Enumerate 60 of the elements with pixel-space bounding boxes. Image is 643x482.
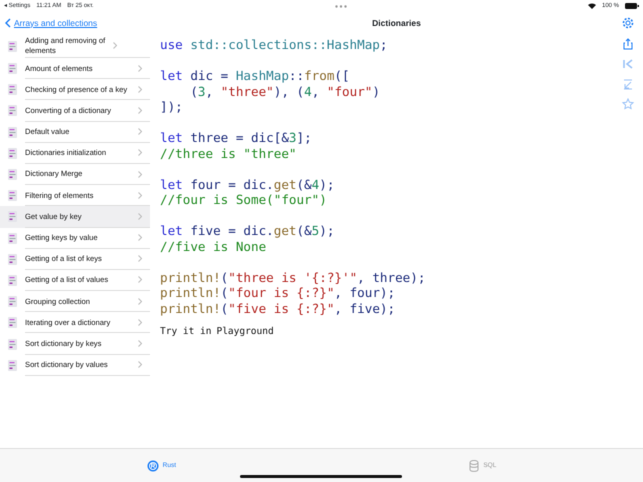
back-chevron-icon (5, 18, 11, 28)
document-icon (8, 211, 17, 222)
gear-letter-icon (146, 460, 159, 472)
code-line: let five = dic.get(&5); (160, 223, 334, 238)
database-icon (469, 460, 480, 472)
chevron-icon (138, 212, 142, 220)
chevron-icon (138, 170, 142, 178)
share-icon[interactable] (622, 38, 634, 50)
code-line: println!("five is {:?}", five); (160, 300, 396, 316)
code-line: let three = dic[&3]; (160, 130, 312, 146)
document-icon (8, 63, 17, 74)
star-icon[interactable] (622, 98, 634, 110)
code-line: (3, "three"), (4, "four") (189, 84, 380, 99)
skip-back-icon[interactable] (622, 58, 634, 70)
chevron-icon (138, 86, 142, 93)
page-title: Dictionaries (371, 16, 422, 30)
document-icon (8, 296, 17, 308)
document-icon (8, 232, 17, 244)
document-icon (8, 126, 17, 138)
document-icon (8, 190, 17, 202)
code-line: ]); (160, 99, 183, 114)
document-icon (8, 148, 17, 159)
more-dots-icon (334, 4, 347, 8)
code-line: println!("four is {:?}", four); (160, 285, 396, 300)
try-text: Try it in (160, 324, 212, 338)
chevron-icon (138, 149, 142, 156)
chevron-icon (138, 276, 142, 284)
document-icon (8, 254, 17, 265)
document-icon (8, 360, 17, 371)
chevron-icon (113, 42, 117, 49)
chevron-icon (138, 192, 142, 199)
battery-icon (625, 3, 639, 9)
code-line: //three is "three" (160, 146, 296, 161)
chevron-icon (138, 106, 142, 114)
settings-icon[interactable] (622, 17, 634, 29)
code-line: //four is Some("four") (160, 192, 327, 208)
code-line: println!("three is '{:?}'", three); (160, 270, 426, 285)
document-icon (8, 274, 17, 286)
code-line: use std::collections::HashMap; (160, 37, 388, 52)
chevron-icon (138, 128, 142, 136)
document-icon (8, 105, 17, 116)
chevron-icon (138, 64, 142, 72)
document-icon (8, 317, 17, 328)
document-icon (8, 169, 17, 180)
chevron-icon (138, 340, 142, 348)
chevron-icon (138, 318, 142, 326)
document-icon (8, 84, 17, 96)
wifi-icon (588, 3, 596, 9)
arrow-down-left-icon[interactable] (622, 78, 634, 90)
chevron-icon (138, 255, 142, 262)
document-icon (8, 40, 17, 52)
code-line: let dic = HashMap::from([ (160, 68, 350, 84)
code-line: let four = dic.get(&4); (160, 176, 334, 192)
back-link[interactable]: Arrays and collections (0, 12, 150, 34)
chevron-icon (138, 361, 142, 368)
document-icon (8, 338, 17, 350)
code-line: //five is None (160, 238, 266, 254)
chevron-icon (138, 298, 142, 305)
playground-link[interactable]: Playground (216, 324, 274, 339)
chevron-icon (138, 234, 142, 242)
